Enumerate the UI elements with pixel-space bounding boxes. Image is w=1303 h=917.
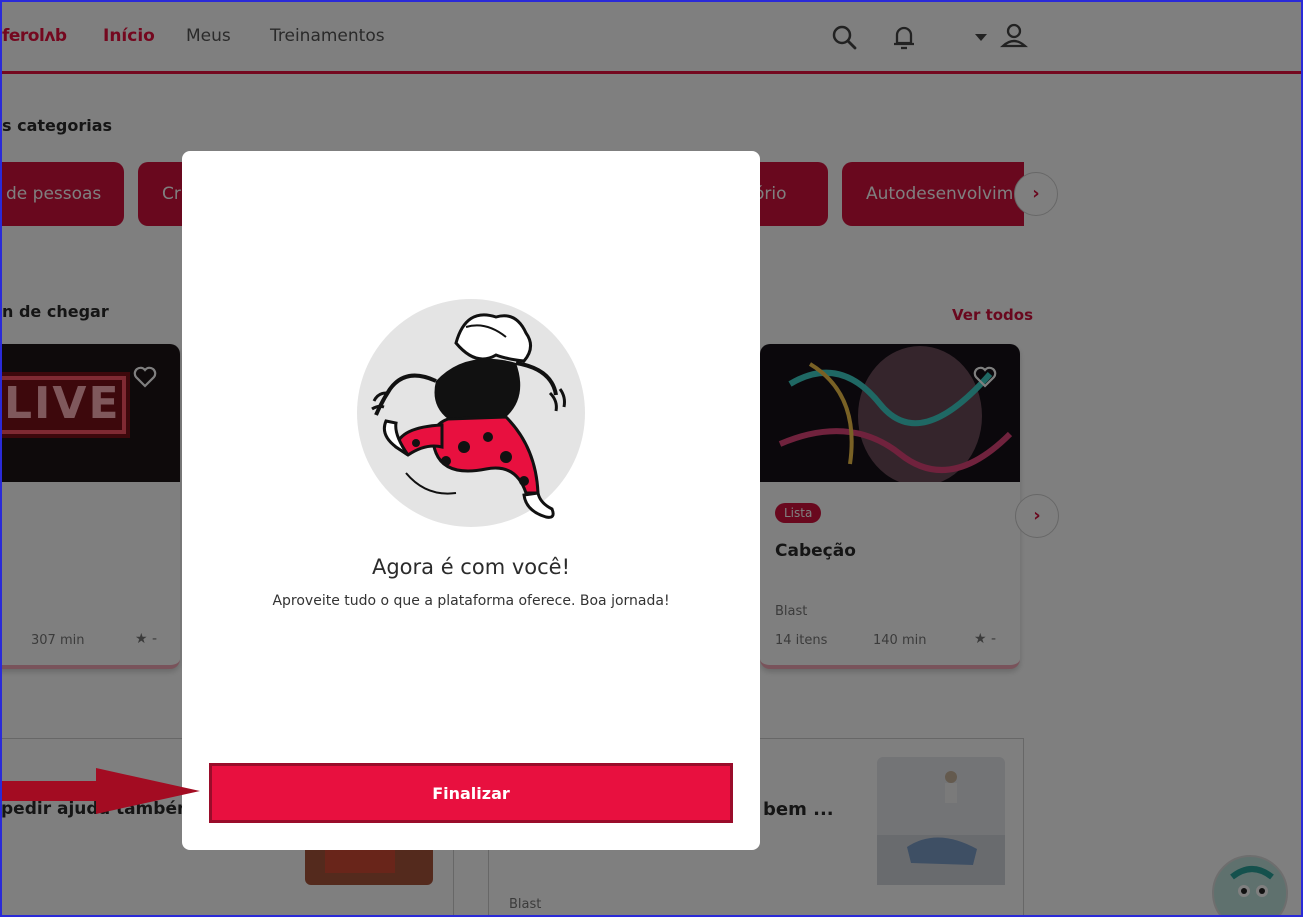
modal-subtitle: Aproveite tudo o que a plataforma oferec…: [272, 593, 670, 609]
modal-title: Agora é com você!: [371, 555, 570, 579]
dancing-character-illustration: [357, 299, 585, 527]
onboarding-finish-modal: Agora é com você! Aproveite tudo o que a…: [182, 151, 760, 850]
finalize-button[interactable]: Finalizar: [209, 763, 733, 823]
pointer-arrow-icon: [0, 768, 200, 814]
